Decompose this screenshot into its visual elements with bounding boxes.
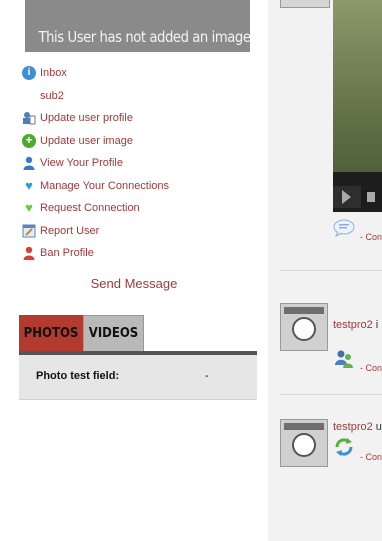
menu-item-label[interactable]: Ban Profile <box>40 247 94 259</box>
media-tabs: PHOTOS VIDEOS <box>19 315 144 351</box>
comment-icon <box>333 219 355 238</box>
comment-link[interactable]: - Con <box>360 452 382 462</box>
menu-item-ban-profile[interactable]: Ban Profile <box>22 242 169 265</box>
menu-item-label[interactable]: Update user image <box>40 135 133 147</box>
photos-panel: Photo test field: - <box>19 355 257 400</box>
activity-text: u <box>372 421 382 433</box>
avatar-header <box>284 307 324 314</box>
refresh-icon <box>333 436 355 456</box>
menu-item-inbox[interactable]: i Inbox <box>22 62 169 85</box>
video-controls <box>333 172 382 212</box>
photo-field-label: Photo test field: <box>36 370 120 382</box>
volume-icon[interactable] <box>367 192 375 202</box>
comment-link[interactable]: - Con <box>360 232 382 242</box>
avatar-silhouette <box>292 433 316 457</box>
profile-menu: i Inbox sub2 Update user profile + Updat… <box>22 62 169 265</box>
add-icon: + <box>22 133 36 148</box>
menu-item-label[interactable]: Request Connection <box>40 202 140 214</box>
heart-icon: ♥ <box>25 177 33 193</box>
connection-users-icon <box>333 349 355 368</box>
menu-item-label[interactable]: Report User <box>40 225 99 237</box>
menu-item-update-image[interactable]: + Update user image <box>22 130 169 153</box>
menu-item-request-connection[interactable]: ♥ Request Connection <box>22 197 169 220</box>
menu-item-label[interactable]: View Your Profile <box>40 157 123 169</box>
video-player[interactable] <box>333 0 382 212</box>
tab-photos[interactable]: PHOTOS <box>19 315 83 351</box>
activity-username[interactable]: testpro2 <box>333 421 373 433</box>
menu-item-report-user[interactable]: Report User <box>22 220 169 243</box>
info-icon: i <box>22 66 36 81</box>
video-frame <box>333 0 382 172</box>
activity-user-line: testpro2 u <box>333 421 382 433</box>
comment-link[interactable]: - Con <box>360 363 382 373</box>
menu-item-update-profile[interactable]: Update user profile <box>22 107 169 130</box>
activity-username[interactable]: testpro2 <box>333 319 373 331</box>
profile-image-placeholder: This User has not added an image yet. <box>25 0 250 52</box>
no-image-text: This User has not added an image yet. <box>38 28 251 46</box>
menu-item-manage-connections[interactable]: ♥ Manage Your Connections <box>22 175 169 198</box>
menu-item-label[interactable]: sub2 <box>40 90 64 102</box>
activity-separator <box>280 394 382 395</box>
report-icon <box>22 224 36 238</box>
menu-item-label[interactable]: Update user profile <box>40 112 133 124</box>
menu-item-sub2[interactable]: sub2 <box>22 85 169 108</box>
profile-sidebar: This User has not added an image yet. i … <box>0 0 268 541</box>
avatar-header <box>284 423 324 430</box>
activity-thumbnail[interactable] <box>280 0 330 8</box>
play-icon <box>342 190 351 204</box>
user-avatar[interactable] <box>280 419 328 467</box>
ban-user-icon <box>22 246 36 261</box>
activity-separator <box>280 270 382 271</box>
avatar-silhouette <box>292 317 316 341</box>
photo-field-value: - <box>205 370 209 382</box>
heart-plus-icon: ♥ <box>25 200 33 216</box>
menu-item-label[interactable]: Manage Your Connections <box>40 180 169 192</box>
menu-item-label[interactable]: Inbox <box>40 67 67 79</box>
activity-user-line: testpro2 i <box>333 319 378 331</box>
user-icon <box>22 156 36 171</box>
send-message-link[interactable]: Send Message <box>0 276 268 291</box>
update-profile-icon <box>22 111 36 125</box>
user-avatar[interactable] <box>280 303 328 351</box>
menu-item-view-profile[interactable]: View Your Profile <box>22 152 169 175</box>
activity-text: i <box>372 319 379 331</box>
activity-feed: - Con testpro2 i - Con testpro2 u - Con <box>268 0 382 541</box>
tab-videos[interactable]: VIDEOS <box>83 315 144 351</box>
